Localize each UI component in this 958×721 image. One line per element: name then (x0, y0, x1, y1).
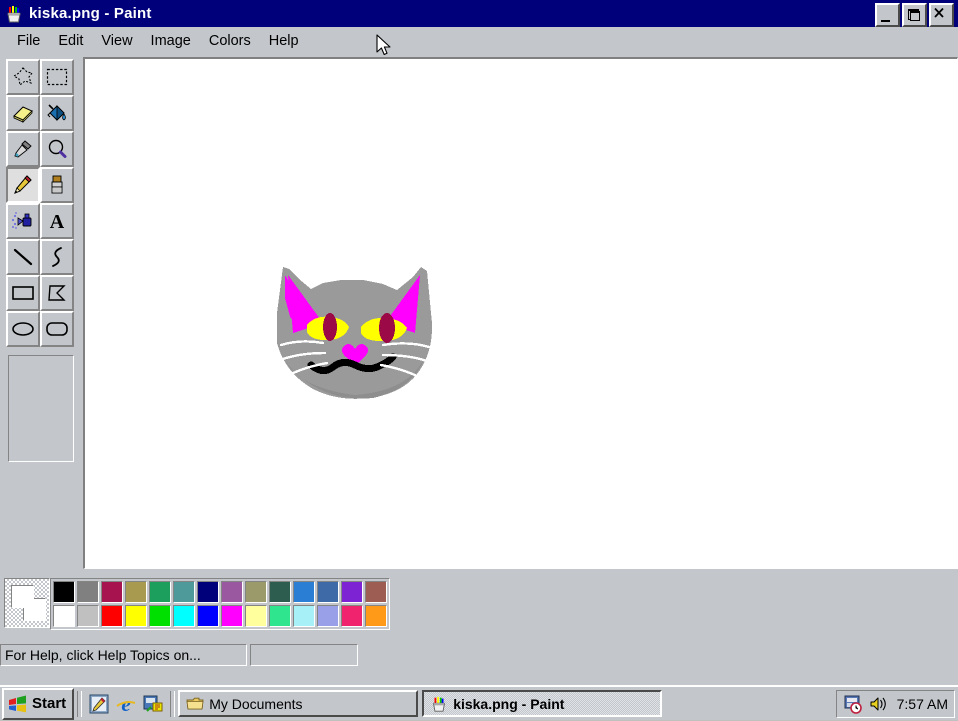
folder-icon (186, 695, 204, 713)
menu-file[interactable]: File (8, 31, 49, 51)
show-desktop-icon[interactable] (87, 692, 111, 716)
color-cell-top-3[interactable] (125, 581, 147, 603)
menu-edit[interactable]: Edit (49, 31, 92, 51)
tool-pencil[interactable] (6, 167, 40, 203)
foreground-background-swatch[interactable] (4, 578, 50, 628)
task-my-documents-label: My Documents (209, 695, 303, 712)
taskbar-separator-1 (77, 690, 83, 717)
tool-airbrush[interactable] (6, 203, 40, 239)
menu-colors[interactable]: Colors (200, 31, 260, 51)
color-cell-bottom-0[interactable] (53, 605, 75, 627)
color-cell-top-11[interactable] (317, 581, 339, 603)
color-cell-bottom-8[interactable] (245, 605, 267, 627)
tool-polygon[interactable] (40, 275, 74, 311)
tool-box: A (0, 55, 80, 568)
window-title: kiska.png - Paint (29, 5, 152, 22)
color-row-top (52, 580, 388, 604)
color-cell-top-5[interactable] (173, 581, 195, 603)
color-cell-bottom-4[interactable] (149, 605, 171, 627)
restore-button[interactable] (902, 3, 927, 27)
tool-ellipse[interactable] (6, 311, 40, 347)
color-row-bottom (52, 604, 388, 628)
tool-line[interactable] (6, 239, 40, 275)
color-cell-bottom-1[interactable] (77, 605, 99, 627)
color-cell-bottom-11[interactable] (317, 605, 339, 627)
paint-cup-icon (430, 695, 448, 713)
taskbar-clock[interactable]: 7:57 AM (893, 696, 948, 712)
color-cell-bottom-13[interactable] (365, 605, 387, 627)
menu-help[interactable]: Help (260, 31, 308, 51)
tool-pick-color[interactable] (6, 131, 40, 167)
tool-free-form-select[interactable] (6, 59, 40, 95)
tool-rectangle-select[interactable] (40, 59, 74, 95)
status-secondary (250, 644, 358, 666)
color-cell-top-9[interactable] (269, 581, 291, 603)
tool-eraser[interactable] (6, 95, 40, 131)
close-button[interactable] (929, 3, 954, 27)
color-cell-bottom-3[interactable] (125, 605, 147, 627)
window-controls (875, 3, 954, 27)
channels-icon[interactable] (141, 692, 165, 716)
color-cell-top-2[interactable] (101, 581, 123, 603)
task-paint[interactable]: kiska.png - Paint (422, 690, 663, 717)
color-cell-bottom-2[interactable] (101, 605, 123, 627)
tool-rectangle[interactable] (6, 275, 40, 311)
tool-curve[interactable] (40, 239, 74, 275)
color-cell-bottom-5[interactable] (173, 605, 195, 627)
color-cell-top-1[interactable] (77, 581, 99, 603)
menu-bar: File Edit View Image Colors Help (0, 27, 958, 55)
color-cell-bottom-12[interactable] (341, 605, 363, 627)
color-cell-bottom-7[interactable] (221, 605, 243, 627)
windows-logo-icon (7, 694, 29, 714)
tool-rounded-rectangle[interactable] (40, 311, 74, 347)
internet-explorer-icon[interactable]: e (114, 692, 138, 716)
color-cell-bottom-9[interactable] (269, 605, 291, 627)
system-tray: 7:57 AM (835, 689, 955, 718)
color-palette-bar (0, 572, 958, 634)
svg-text:A: A (50, 211, 65, 232)
quick-launch-bar: e (85, 692, 167, 716)
color-cell-top-6[interactable] (197, 581, 219, 603)
minimize-button[interactable] (875, 3, 900, 27)
task-my-documents[interactable]: My Documents (178, 690, 419, 717)
color-cell-top-10[interactable] (293, 581, 315, 603)
task-scheduler-icon[interactable] (843, 694, 863, 714)
menu-image[interactable]: Image (142, 31, 200, 51)
tool-fill-with-color[interactable] (40, 95, 74, 131)
foreground-color-swatch[interactable] (11, 585, 34, 608)
color-cell-top-0[interactable] (53, 581, 75, 603)
menu-view[interactable]: View (92, 31, 141, 51)
volume-icon[interactable] (868, 694, 888, 714)
paint-cup-icon (4, 4, 24, 24)
start-button-label: Start (32, 695, 67, 712)
color-cell-top-13[interactable] (365, 581, 387, 603)
color-cell-top-4[interactable] (149, 581, 171, 603)
color-cell-bottom-6[interactable] (197, 605, 219, 627)
tool-brush[interactable] (40, 167, 74, 203)
status-bar: For Help, click Help Topics on... (0, 640, 958, 670)
start-button[interactable]: Start (2, 687, 75, 720)
color-cell-top-12[interactable] (341, 581, 363, 603)
color-cell-bottom-10[interactable] (293, 605, 315, 627)
color-cell-top-8[interactable] (245, 581, 267, 603)
tool-magnifier[interactable] (40, 131, 74, 167)
title-bar[interactable]: kiska.png - Paint (0, 0, 958, 27)
paint-application-window: kiska.png - Paint File Edit View Image C… (0, 0, 958, 720)
tool-options-panel (8, 355, 74, 462)
tool-text[interactable]: A (40, 203, 74, 239)
taskbar: Start e My Documents kiska.png - Paint 7… (0, 685, 958, 720)
color-grid (50, 578, 390, 630)
cat-face-drawing (263, 257, 453, 412)
color-cell-top-7[interactable] (221, 581, 243, 603)
drawing-canvas[interactable] (83, 57, 958, 569)
status-help-text: For Help, click Help Topics on... (0, 644, 247, 666)
task-paint-label: kiska.png - Paint (453, 695, 565, 712)
taskbar-separator-2 (170, 690, 176, 717)
